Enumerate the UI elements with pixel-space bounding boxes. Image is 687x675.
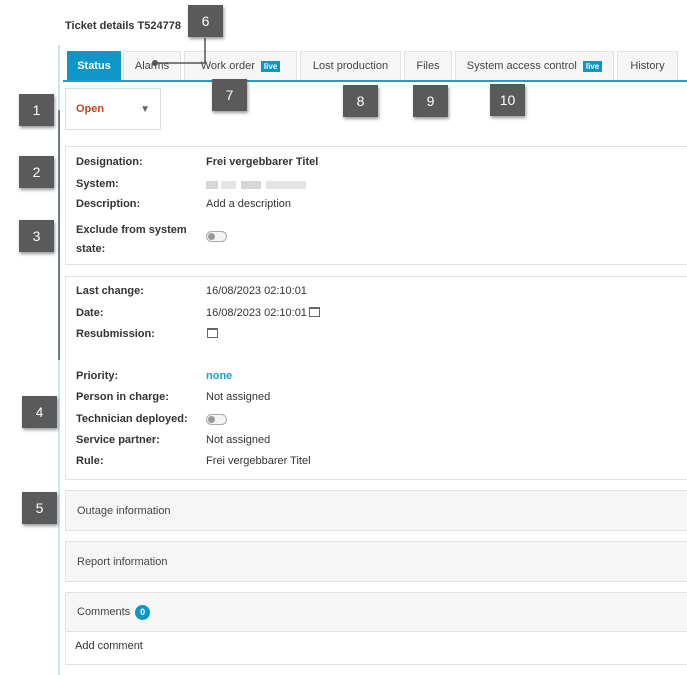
connector-line (155, 38, 206, 64)
callout-3: 3 (19, 220, 54, 252)
callout-4: 4 (22, 396, 57, 428)
callout-6: 6 (188, 5, 223, 37)
callout-9: 9 (413, 85, 448, 117)
callout-5: 5 (22, 492, 57, 524)
callout-1: 1 (19, 94, 54, 126)
callout-2: 2 (19, 156, 54, 188)
callout-8: 8 (343, 85, 378, 117)
callout-10: 10 (490, 84, 525, 116)
callout-7: 7 (212, 79, 247, 111)
connector-dot (152, 60, 158, 66)
